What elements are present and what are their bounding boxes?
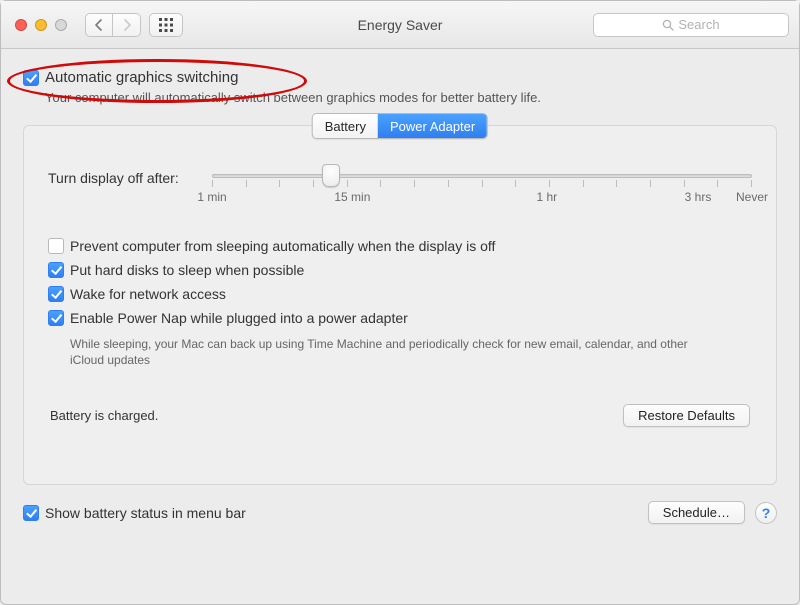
display-off-slider[interactable]: 1 min 15 min 1 hr 3 hrs Never: [212, 166, 752, 206]
menubar-checkbox[interactable]: [23, 505, 39, 521]
auto-graphics-label: Automatic graphics switching: [45, 69, 238, 86]
slider-ticks: [212, 180, 752, 187]
slider-track: [212, 174, 752, 178]
opt-prevent-sleep[interactable]: Prevent computer from sleeping automatic…: [48, 238, 752, 254]
opt-prevent-sleep-checkbox[interactable]: [48, 238, 64, 254]
help-icon: ?: [762, 505, 771, 521]
minimize-window-button[interactable]: [35, 19, 47, 31]
opt-prevent-sleep-label: Prevent computer from sleeping automatic…: [70, 238, 495, 254]
menubar-row[interactable]: Show battery status in menu bar: [23, 505, 246, 521]
tab-battery[interactable]: Battery: [313, 114, 378, 138]
schedule-button[interactable]: Schedule…: [648, 501, 745, 524]
opt-power-nap-label: Enable Power Nap while plugged into a po…: [70, 310, 408, 326]
power-nap-explanation: While sleeping, your Mac can back up usi…: [70, 336, 690, 368]
opt-power-nap-checkbox[interactable]: [48, 310, 64, 326]
search-field[interactable]: Search: [593, 13, 789, 37]
auto-graphics-sublabel: Your computer will automatically switch …: [45, 90, 777, 105]
auto-graphics-checkbox[interactable]: [23, 70, 39, 86]
opt-wake-network-label: Wake for network access: [70, 286, 226, 302]
close-window-button[interactable]: [15, 19, 27, 31]
window-controls: [15, 19, 67, 31]
grid-icon: [159, 18, 173, 32]
chevron-right-icon: [123, 19, 131, 31]
display-off-label: Turn display off after:: [48, 166, 212, 186]
show-all-button[interactable]: [149, 13, 183, 37]
opt-hard-disks[interactable]: Put hard disks to sleep when possible: [48, 262, 752, 278]
auto-graphics-row[interactable]: Automatic graphics switching: [23, 69, 777, 86]
tab-power-adapter[interactable]: Power Adapter: [378, 114, 487, 138]
restore-defaults-button[interactable]: Restore Defaults: [623, 404, 750, 427]
titlebar: Energy Saver Search: [1, 1, 799, 49]
zoom-window-button[interactable]: [55, 19, 67, 31]
chevron-left-icon: [95, 19, 103, 31]
slider-thumb[interactable]: [322, 164, 340, 187]
nav-buttons: [85, 13, 141, 37]
back-button[interactable]: [85, 13, 113, 37]
help-button[interactable]: ?: [755, 502, 777, 524]
tab-segmented: Battery Power Adapter: [312, 113, 488, 139]
opt-wake-network[interactable]: Wake for network access: [48, 286, 752, 302]
battery-status: Battery is charged.: [50, 408, 158, 423]
energy-panel: Battery Power Adapter Turn display off a…: [23, 125, 777, 485]
opt-wake-network-checkbox[interactable]: [48, 286, 64, 302]
opt-hard-disks-label: Put hard disks to sleep when possible: [70, 262, 304, 278]
opt-hard-disks-checkbox[interactable]: [48, 262, 64, 278]
forward-button[interactable]: [113, 13, 141, 37]
opt-power-nap[interactable]: Enable Power Nap while plugged into a po…: [48, 310, 752, 326]
menubar-label: Show battery status in menu bar: [45, 505, 246, 521]
